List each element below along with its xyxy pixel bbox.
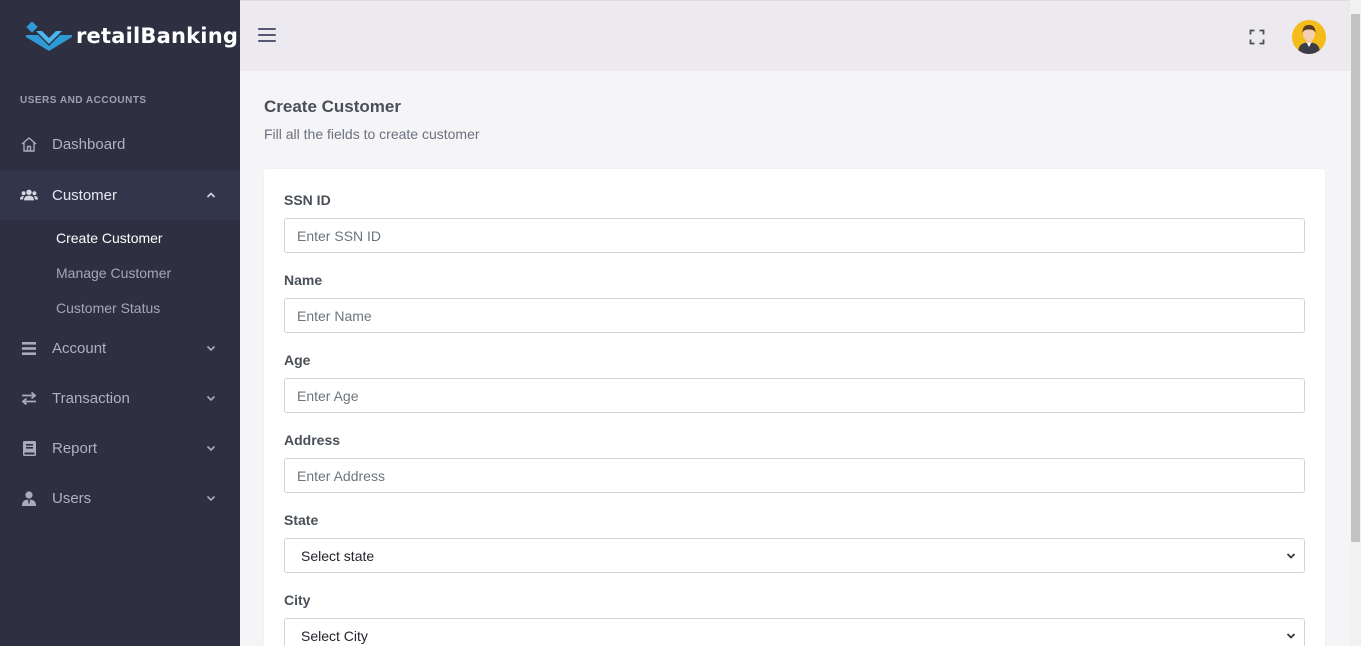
avatar-person-icon <box>1292 20 1326 54</box>
book-icon <box>20 440 38 456</box>
sidebar-item-account[interactable]: Account <box>0 323 240 373</box>
name-label: Name <box>284 272 323 288</box>
state-select[interactable]: Select state <box>284 538 1305 573</box>
sidebar-item-report[interactable]: Report <box>0 423 240 473</box>
hamburger-icon[interactable] <box>258 28 278 44</box>
sidebar: retailBanking USERS AND ACCOUNTS Dashboa… <box>0 0 240 646</box>
sidebar-subitem-customer-status[interactable]: Customer Status <box>56 300 160 316</box>
logo-icon <box>26 21 72 51</box>
address-input[interactable] <box>284 458 1305 493</box>
sidebar-item-label: Account <box>52 339 107 357</box>
city-select-value: Select City <box>301 627 368 644</box>
sidebar-item-label: Report <box>52 439 98 457</box>
state-select-value: Select state <box>301 547 375 564</box>
sidebar-item-label: Transaction <box>52 389 130 407</box>
users-icon <box>20 187 38 203</box>
chevron-down-icon <box>206 345 216 352</box>
sidebar-item-label: Dashboard <box>52 135 126 153</box>
sidebar-item-dashboard[interactable]: Dashboard <box>0 119 240 169</box>
city-label: City <box>284 592 311 608</box>
top-header <box>240 0 1350 71</box>
chevron-down-icon <box>206 495 216 502</box>
sidebar-item-label: Users <box>52 489 92 507</box>
city-select[interactable]: Select City <box>284 618 1305 646</box>
brand-name: retailBanking <box>76 24 239 48</box>
sidebar-item-transaction[interactable]: Transaction <box>0 373 240 423</box>
chevron-down-icon <box>1286 552 1296 559</box>
chevron-up-icon <box>206 192 216 198</box>
ssn-id-label: SSN ID <box>284 192 331 208</box>
page-scrollbar-thumb[interactable] <box>1351 14 1360 542</box>
state-label: State <box>284 512 319 528</box>
age-label: Age <box>284 352 311 368</box>
sidebar-subitem-manage-customer[interactable]: Manage Customer <box>56 265 171 281</box>
list-icon <box>20 340 38 356</box>
address-label: Address <box>284 432 341 448</box>
page-subtitle: Fill all the fields to create customer <box>264 126 480 142</box>
age-input[interactable] <box>284 378 1305 413</box>
chevron-down-icon <box>206 445 216 452</box>
sidebar-item-customer[interactable]: Customer <box>0 170 240 220</box>
user-avatar[interactable] <box>1292 20 1326 54</box>
sidebar-section-label: USERS AND ACCOUNTS <box>20 95 147 106</box>
exchange-icon <box>20 390 38 406</box>
sidebar-subitem-create-customer[interactable]: Create Customer <box>56 230 163 246</box>
chevron-down-icon <box>206 395 216 402</box>
fullscreen-icon[interactable] <box>1249 29 1265 45</box>
user-tie-icon <box>20 490 38 506</box>
sidebar-item-users[interactable]: Users <box>0 473 240 523</box>
sidebar-item-label: Customer <box>52 186 118 204</box>
brand-logo[interactable]: retailBanking <box>26 20 238 52</box>
ssn-id-input[interactable] <box>284 218 1305 253</box>
name-input[interactable] <box>284 298 1305 333</box>
home-icon <box>20 136 38 152</box>
chevron-down-icon <box>1286 632 1296 639</box>
page-title: Create Customer <box>264 97 401 116</box>
